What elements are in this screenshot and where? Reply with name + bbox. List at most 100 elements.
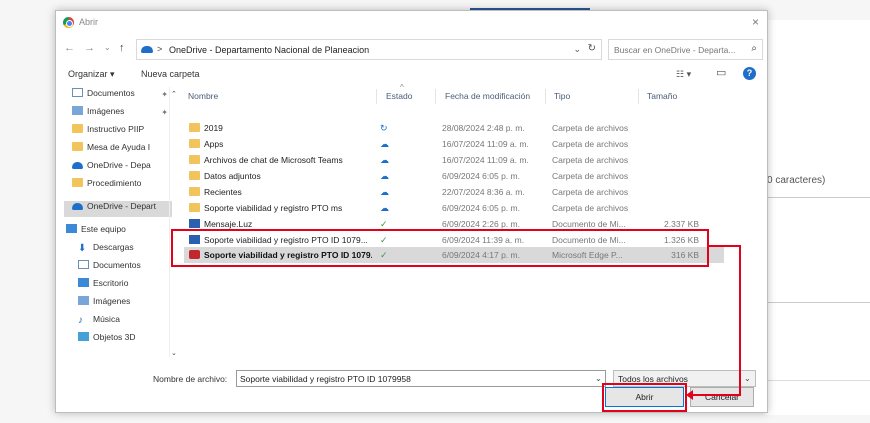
file-date: 6/09/2024 6:05 p. m. bbox=[442, 203, 520, 213]
sidebar-item-mesa-ayuda[interactable]: Mesa de Ayuda I bbox=[72, 142, 172, 158]
forward-arrow-icon[interactable]: → bbox=[84, 42, 95, 54]
preview-pane-icon[interactable]: ▭ bbox=[716, 66, 726, 79]
document-icon bbox=[72, 88, 83, 97]
sidebar-item-documentos[interactable]: Documentos bbox=[78, 260, 178, 276]
computer-icon bbox=[66, 224, 77, 233]
column-divider[interactable] bbox=[545, 89, 546, 104]
search-placeholder: Buscar en OneDrive - Departa... bbox=[614, 45, 736, 55]
file-row[interactable]: Soporte viabilidad y registro PTO ms ☁ 6/0… bbox=[184, 200, 724, 216]
address-bar[interactable]: > OneDrive - Departamento Nacional de Pl… bbox=[136, 39, 602, 60]
breadcrumb-separator: > bbox=[157, 44, 163, 54]
sidebar-item-imagenes-quick[interactable]: Imágenes ✦ bbox=[72, 106, 172, 122]
file-name: Soporte viabilidad y registro PTO ms bbox=[204, 203, 343, 213]
column-header-type[interactable]: Tipo bbox=[554, 91, 570, 101]
address-row: ← → ⌄ ↑ > OneDrive - Departamento Nacion… bbox=[56, 38, 767, 62]
sidebar-item-label: Instructivo PIIP bbox=[87, 124, 145, 134]
new-folder-button[interactable]: Nueva carpeta bbox=[141, 69, 200, 79]
file-date: 16/07/2024 11:09 a. m. bbox=[442, 155, 529, 165]
sidebar-item-label: OneDrive - Depart bbox=[87, 201, 156, 211]
file-row[interactable]: Recientes ☁ 22/07/2024 8:36 a. m. Carpeta d… bbox=[184, 184, 724, 200]
column-header-date[interactable]: Fecha de modificación bbox=[445, 91, 530, 101]
sidebar-item-procedimiento[interactable]: Procedimiento bbox=[72, 178, 172, 194]
sync-status-icon: ↻ bbox=[380, 123, 388, 133]
cloud-status-icon: ☁ bbox=[380, 139, 389, 149]
sidebar-item-descargas[interactable]: ⬇ Descargas bbox=[78, 242, 178, 258]
navigation-pane: Documentos ✦ Imágenes ✦ Instructivo PIIP M… bbox=[56, 87, 177, 357]
scroll-up-icon[interactable]: ⌃ bbox=[171, 90, 177, 98]
pin-icon: ✦ bbox=[161, 90, 168, 99]
sidebar-item-label: Documentos bbox=[93, 260, 141, 270]
help-icon[interactable]: ? bbox=[743, 67, 756, 80]
sidebar-item-objetos-3d[interactable]: Objetos 3D bbox=[78, 332, 178, 348]
chevron-down-icon[interactable]: ⌄ bbox=[595, 374, 602, 383]
column-header-size[interactable]: Tamaño bbox=[647, 91, 677, 101]
background-char-count: 0 caracteres) bbox=[767, 175, 826, 186]
file-row[interactable]: 2019 ↻ 28/08/2024 2:48 p. m. Carpeta de arc… bbox=[184, 120, 724, 136]
file-row[interactable]: Datos adjuntos ☁ 6/09/2024 6:05 p. m. Carpe… bbox=[184, 168, 724, 184]
column-divider[interactable] bbox=[435, 89, 436, 104]
file-name: 2019 bbox=[204, 123, 223, 133]
sidebar-item-escritorio[interactable]: Escritorio bbox=[78, 278, 178, 294]
dialog-title: Abrir bbox=[79, 17, 99, 27]
file-name: Mensaje.Luz bbox=[204, 219, 253, 229]
sidebar-item-label: Este equipo bbox=[81, 224, 126, 234]
folder-icon bbox=[189, 171, 200, 180]
sidebar-item-instructivo[interactable]: Instructivo PIIP bbox=[72, 124, 172, 140]
sidebar-item-onedrive-selected[interactable]: OneDrive - Depart bbox=[64, 201, 172, 217]
cloud-status-icon: ☁ bbox=[380, 203, 389, 213]
cancel-button[interactable]: Cancelar bbox=[690, 387, 754, 407]
dialog-titlebar: Abrir × bbox=[56, 11, 767, 35]
sidebar-item-onedrive-depa[interactable]: OneDrive - Depa bbox=[72, 160, 172, 176]
back-arrow-icon[interactable]: ← bbox=[64, 42, 75, 54]
file-row[interactable]: Apps ☁ 16/07/2024 11:09 a. m. Carpeta de ar… bbox=[184, 136, 724, 152]
column-header-state[interactable]: Estado bbox=[386, 91, 412, 101]
sidebar-item-musica[interactable]: ♪ Música bbox=[78, 314, 178, 330]
organize-button[interactable]: Organizar ▾ bbox=[68, 69, 115, 80]
file-date: 6/09/2024 2:26 p. m. bbox=[442, 219, 520, 229]
cloud-status-icon: ☁ bbox=[380, 155, 389, 165]
filename-input[interactable]: Soporte viabilidad y registro PTO ID 107… bbox=[236, 370, 606, 387]
column-divider[interactable] bbox=[638, 89, 639, 104]
folder-icon bbox=[189, 123, 200, 132]
sidebar-item-este-equipo[interactable]: Este equipo bbox=[66, 224, 166, 240]
cloud-status-icon: ☁ bbox=[380, 187, 389, 197]
sidebar-item-label: Documentos bbox=[87, 88, 135, 98]
pin-icon: ✦ bbox=[161, 108, 168, 117]
sidebar-item-imagenes[interactable]: Imágenes bbox=[78, 296, 178, 312]
sidebar-scrollbar[interactable]: ⌃ ⌄ bbox=[169, 87, 178, 357]
sidebar-item-label: Escritorio bbox=[93, 278, 129, 288]
file-row[interactable]: Archivos de chat de Microsoft Teams ☁ 16/0… bbox=[184, 152, 724, 168]
file-name: Recientes bbox=[204, 187, 242, 197]
up-arrow-icon[interactable]: ↑ bbox=[119, 42, 125, 54]
music-icon: ♪ bbox=[78, 315, 83, 326]
scroll-down-icon[interactable]: ⌄ bbox=[171, 349, 177, 357]
filename-label: Nombre de archivo: bbox=[153, 374, 228, 384]
view-options-icon[interactable]: ☷ ▾ bbox=[676, 69, 691, 80]
folder-icon bbox=[72, 142, 83, 151]
chevron-down-icon[interactable]: ⌄ bbox=[744, 374, 751, 383]
pictures-icon bbox=[78, 296, 89, 305]
close-icon[interactable]: × bbox=[752, 15, 759, 29]
sidebar-item-documentos-quick[interactable]: Documentos ✦ bbox=[72, 88, 172, 104]
column-header-name[interactable]: Nombre bbox=[188, 91, 218, 101]
sidebar-item-label: Mesa de Ayuda I bbox=[87, 142, 151, 152]
search-icon: ⌕ bbox=[751, 43, 757, 54]
chevron-down-icon[interactable]: ⌄ bbox=[573, 44, 581, 55]
annotation-arrow bbox=[707, 245, 741, 247]
chrome-icon bbox=[63, 17, 74, 28]
annotation-arrowhead bbox=[686, 390, 693, 400]
file-name: Apps bbox=[204, 139, 224, 149]
command-toolbar: Organizar ▾ Nueva carpeta ☷ ▾ ▭ ? bbox=[56, 65, 767, 85]
file-type: Carpeta de archivos bbox=[552, 203, 629, 213]
background-divider bbox=[765, 197, 870, 198]
sidebar-item-label: Imágenes bbox=[87, 106, 125, 116]
recent-locations-icon[interactable]: ⌄ bbox=[104, 43, 111, 52]
refresh-icon[interactable]: ↻ bbox=[588, 43, 596, 54]
sidebar-item-label: OneDrive - Depa bbox=[87, 160, 151, 170]
search-input[interactable]: Buscar en OneDrive - Departa... ⌕ bbox=[608, 39, 763, 60]
column-divider[interactable] bbox=[376, 89, 377, 104]
breadcrumb-path[interactable]: OneDrive - Departamento Nacional de Plan… bbox=[169, 45, 369, 55]
sidebar-item-label: Música bbox=[93, 314, 120, 324]
file-type: Carpeta de archivos bbox=[552, 155, 629, 165]
file-date: 6/09/2024 6:05 p. m. bbox=[442, 171, 520, 181]
